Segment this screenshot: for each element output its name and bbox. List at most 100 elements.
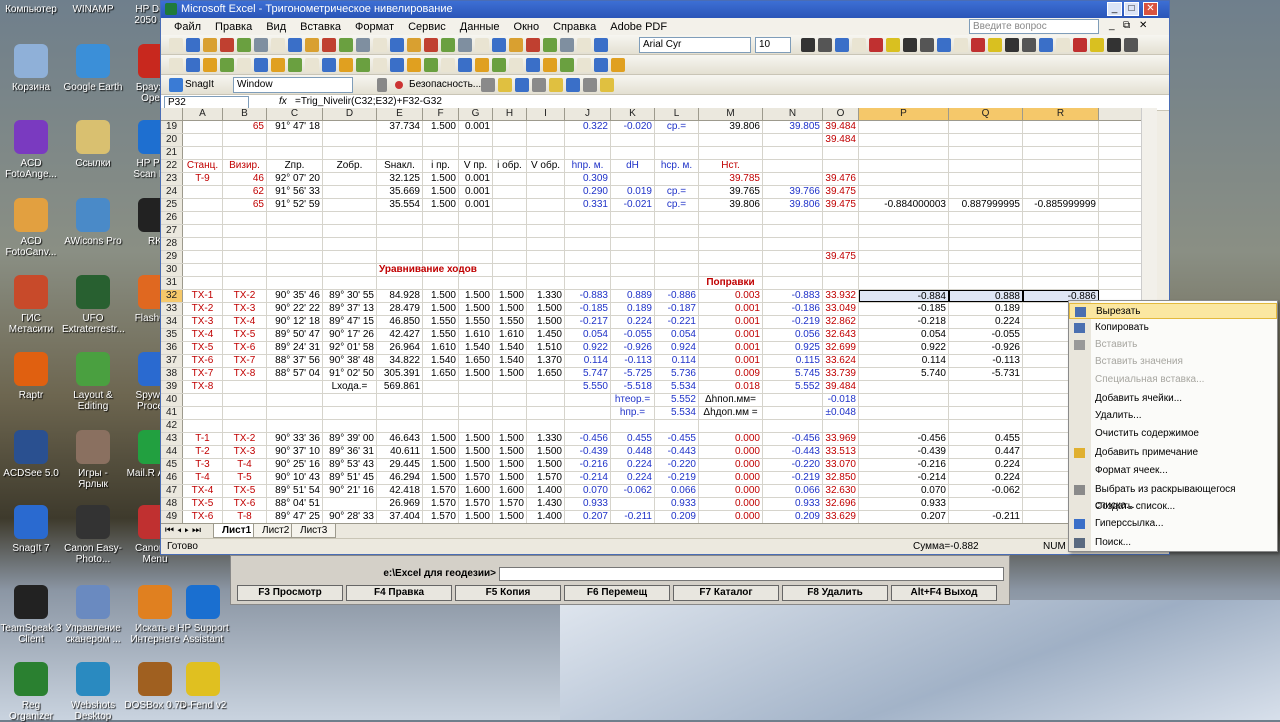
toolbar-button-icon[interactable]: [583, 78, 597, 92]
cell[interactable]: 1.550: [493, 316, 527, 328]
cell[interactable]: [949, 121, 1023, 133]
cell[interactable]: [655, 277, 699, 289]
cell[interactable]: 1.330: [527, 433, 565, 445]
cell[interactable]: 0.922: [565, 342, 611, 354]
row-header[interactable]: 28: [161, 238, 183, 250]
cell[interactable]: [565, 420, 611, 432]
cell[interactable]: 0.070: [859, 485, 949, 497]
cell[interactable]: 1.500: [493, 433, 527, 445]
cell[interactable]: 26.964: [377, 342, 423, 354]
toolbar-button-icon[interactable]: [475, 58, 489, 72]
cell[interactable]: TX-4: [183, 485, 223, 497]
context-menu-item[interactable]: Вставить значения: [1069, 354, 1277, 370]
row-header[interactable]: 39: [161, 381, 183, 393]
toolbar-button-icon[interactable]: [186, 58, 200, 72]
cell[interactable]: -0.221: [655, 316, 699, 328]
toolbar-button-icon[interactable]: [1005, 38, 1019, 52]
cell[interactable]: [611, 264, 655, 276]
cell[interactable]: 42.427: [377, 329, 423, 341]
toolbar-button-icon[interactable]: [203, 38, 217, 52]
cell[interactable]: [323, 134, 377, 146]
column-header[interactable]: D: [323, 108, 377, 120]
cell[interactable]: 90° 17' 26: [323, 329, 377, 341]
cell[interactable]: 0.207: [859, 511, 949, 523]
cell[interactable]: [459, 264, 493, 276]
column-header[interactable]: F: [423, 108, 459, 120]
cell[interactable]: [763, 147, 823, 159]
cell[interactable]: [377, 238, 423, 250]
row-header[interactable]: 41: [161, 407, 183, 419]
desktop-icon[interactable]: D-Fend v2: [172, 662, 234, 711]
context-menu-item[interactable]: Формат ячеек...: [1069, 463, 1277, 479]
cell[interactable]: [493, 407, 527, 419]
cell[interactable]: 1.540: [493, 342, 527, 354]
cell[interactable]: [423, 251, 459, 263]
desktop-icon[interactable]: Canon Easy-Photo...: [62, 505, 124, 565]
cell[interactable]: 0.000: [699, 433, 763, 445]
cell[interactable]: 0.000: [699, 511, 763, 523]
cell[interactable]: -0.455: [655, 433, 699, 445]
context-menu-item[interactable]: Удалить...: [1069, 408, 1277, 424]
toolbar-button-icon[interactable]: [339, 58, 353, 72]
cell[interactable]: [763, 238, 823, 250]
cell[interactable]: [611, 147, 655, 159]
cell[interactable]: 32.125: [377, 173, 423, 185]
sheet-nav-arrows-icon[interactable]: ⏮◂▸⏭: [165, 525, 204, 536]
cell[interactable]: 1.500: [527, 459, 565, 471]
cell[interactable]: 39.484: [823, 134, 859, 146]
desktop-icon[interactable]: TeamSpeak 3 Client: [0, 585, 62, 645]
maximize-button[interactable]: □: [1124, 2, 1139, 16]
column-header[interactable]: E: [377, 108, 423, 120]
cell[interactable]: 5.745: [763, 368, 823, 380]
row-header[interactable]: 31: [161, 277, 183, 289]
row-header[interactable]: 38: [161, 368, 183, 380]
cell[interactable]: 0.056: [763, 329, 823, 341]
cell[interactable]: 0.054: [565, 329, 611, 341]
cell[interactable]: [763, 264, 823, 276]
cell[interactable]: -0.185: [859, 303, 949, 315]
cell[interactable]: 33.070: [823, 459, 859, 471]
cell[interactable]: 0.019: [611, 186, 655, 198]
cell[interactable]: [763, 407, 823, 419]
cell[interactable]: [611, 134, 655, 146]
cell[interactable]: -0.220: [763, 459, 823, 471]
cell[interactable]: 46.643: [377, 433, 423, 445]
cell[interactable]: [323, 212, 377, 224]
cell[interactable]: [565, 407, 611, 419]
cell[interactable]: [459, 251, 493, 263]
toolbar-button-icon[interactable]: [526, 58, 540, 72]
cell[interactable]: [183, 394, 223, 406]
cell[interactable]: [611, 212, 655, 224]
cell[interactable]: TX-1: [183, 290, 223, 302]
cell[interactable]: [267, 264, 323, 276]
cell[interactable]: -0.456: [763, 433, 823, 445]
cell[interactable]: ±0.048: [823, 407, 859, 419]
cell[interactable]: 1.500: [459, 446, 493, 458]
toolbar-button-icon[interactable]: [475, 38, 489, 52]
cell[interactable]: 89° 30' 55: [323, 290, 377, 302]
row-header[interactable]: 26: [161, 212, 183, 224]
cell[interactable]: 89° 24' 31: [267, 342, 323, 354]
cell[interactable]: [949, 394, 1023, 406]
toolbar-button-icon[interactable]: [1056, 38, 1070, 52]
cell[interactable]: [949, 277, 1023, 289]
cell[interactable]: [859, 160, 949, 172]
column-header[interactable]: N: [763, 108, 823, 120]
cell[interactable]: 0.224: [949, 459, 1023, 471]
cell[interactable]: [699, 251, 763, 263]
toolbar-button-icon[interactable]: [356, 38, 370, 52]
cell[interactable]: 39.484: [823, 121, 859, 133]
toolbar-button-icon[interactable]: [339, 38, 353, 52]
cell[interactable]: 91° 47' 18: [267, 121, 323, 133]
cell[interactable]: -0.217: [565, 316, 611, 328]
cell[interactable]: [323, 121, 377, 133]
cell[interactable]: 0.925: [763, 342, 823, 354]
cell[interactable]: [823, 238, 859, 250]
toolbar-button-icon[interactable]: [498, 78, 512, 92]
context-menu-item[interactable]: Добавить ячейки...: [1069, 391, 1277, 407]
desktop-icon[interactable]: Игры - Ярлык: [62, 430, 124, 490]
column-header[interactable]: C: [267, 108, 323, 120]
toolbar-button-icon[interactable]: [424, 38, 438, 52]
toolbar-button-icon[interactable]: [271, 58, 285, 72]
cell[interactable]: [267, 238, 323, 250]
